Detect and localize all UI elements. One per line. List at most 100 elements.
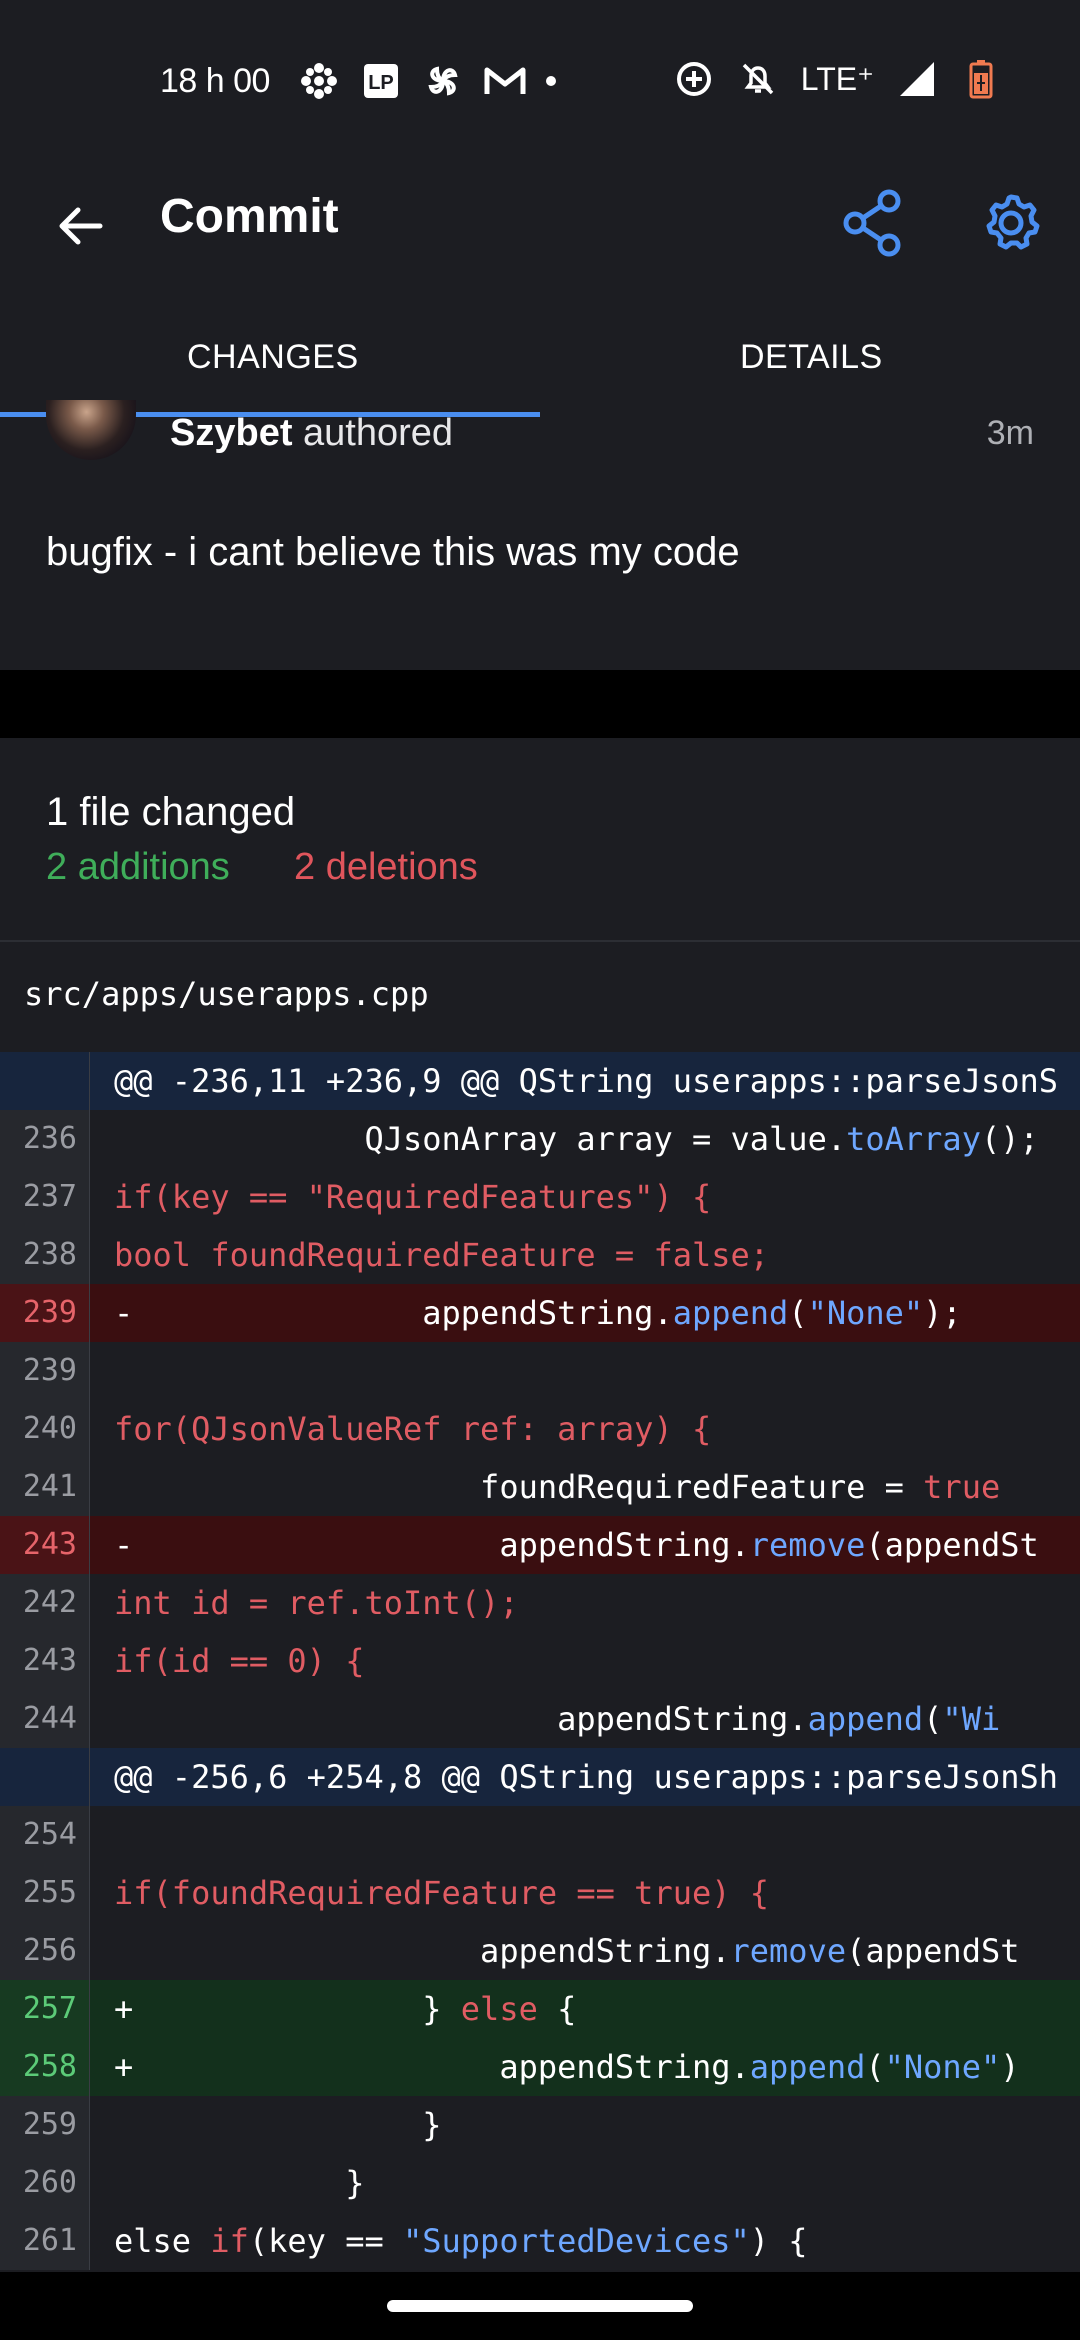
code-token: else [460, 1990, 538, 2028]
diff-line: 239 - appendString.append("None"); [0, 1284, 1080, 1342]
commit-age: 3m [986, 414, 1034, 452]
code-token: foundRequiredFeature = [114, 1468, 924, 1506]
deletions-count: 2 deletions [294, 846, 478, 888]
line-number: 259 [0, 2096, 90, 2154]
code-text: appendString.remove(appendSt [114, 1922, 1019, 1980]
line-number: 243 [0, 1516, 90, 1574]
code-token: @@ -236,11 +236,9 @@ QString userapps::p… [114, 1062, 1059, 1100]
pinwheel-icon [422, 60, 464, 102]
battery-icon [960, 58, 1002, 100]
line-number: 258 [0, 2038, 90, 2096]
code-token: (appendSt [846, 1932, 1020, 1970]
code-token: "None" [884, 2048, 1001, 2086]
gmail-icon [484, 60, 526, 102]
avatar[interactable] [46, 400, 136, 460]
cbc-icon [298, 60, 340, 102]
diff-line: 259 } [0, 2096, 1080, 2154]
diff-hunk-header: @@ -256,6 +254,8 @@ QString userapps::pa… [0, 1748, 1080, 1806]
code-token: bool foundRequiredFeature = false; [114, 1236, 770, 1274]
code-token: (key == [248, 2222, 403, 2260]
svg-text:LP: LP [368, 72, 394, 94]
system-icons: LTE⁺ [673, 58, 1002, 100]
line-number: 239 [0, 1342, 90, 1400]
code-token: append [807, 1700, 924, 1738]
file-path[interactable]: src/apps/userapps.cpp [24, 975, 429, 1013]
tab-details[interactable]: DETAILS [740, 338, 883, 377]
line-number: 256 [0, 1922, 90, 1980]
line-number: 240 [0, 1400, 90, 1458]
diff-line: 236 QJsonArray array = value.toArray(); [0, 1110, 1080, 1168]
section-separator [0, 670, 1080, 738]
line-number: 254 [0, 1806, 90, 1864]
commit-author-line: Szybet authored [170, 412, 453, 455]
more-notifications-dot [546, 76, 556, 86]
network-type: LTE⁺ [800, 61, 874, 97]
code-token: remove [749, 1526, 866, 1564]
code-text: } [114, 2154, 364, 2212]
diff-line: 237 if(key == "RequiredFeatures") { [0, 1168, 1080, 1226]
line-number: 257 [0, 1980, 90, 2038]
signal-icon [896, 58, 938, 100]
code-token: int id = ref.toInt(); [114, 1584, 519, 1622]
share-button[interactable] [840, 183, 906, 263]
diff-line: 257 + } else { [0, 1980, 1080, 2038]
code-token: ( [788, 1294, 808, 1332]
code-text: appendString.append("Wi [114, 1690, 1000, 1748]
bell-off-icon [737, 58, 779, 100]
line-number: 261 [0, 2212, 90, 2270]
status-time: 18 h 00 [160, 62, 270, 100]
diff-view[interactable]: @@ -236,11 +236,9 @@ QString userapps::p… [0, 1052, 1080, 2270]
line-number: 241 [0, 1458, 90, 1516]
code-token: true [923, 1468, 1001, 1506]
code-token: else [114, 2222, 211, 2260]
commit-header: Szybet authored 3m bugfix - i cant belie… [0, 400, 1080, 670]
commit-message: bugfix - i cant believe this was my code [46, 530, 740, 574]
code-token: - appendString. [114, 1294, 673, 1332]
line-number: 237 [0, 1168, 90, 1226]
code-token: + } [114, 1990, 461, 2028]
diff-line: 243 if(id == 0) { [0, 1632, 1080, 1690]
files-changed: 1 file changed [46, 790, 296, 834]
code-token: if(foundRequiredFeature == true) { [114, 1874, 770, 1912]
diff-line: 254 [0, 1806, 1080, 1864]
code-token: appendString. [114, 1700, 808, 1738]
code-token: toArray [846, 1120, 981, 1158]
tab-changes[interactable]: CHANGES [187, 338, 359, 377]
home-gesture-handle[interactable] [387, 2300, 693, 2312]
back-button[interactable] [48, 193, 114, 259]
code-token: appendString. [114, 1932, 731, 1970]
code-token: QJsonArray array = value. [114, 1120, 847, 1158]
code-text: bool foundRequiredFeature = false; [114, 1226, 769, 1284]
diff-line: 260 } [0, 2154, 1080, 2212]
line-number: 243 [0, 1632, 90, 1690]
data-saver-icon [673, 58, 715, 100]
code-token: (appendSt [865, 1526, 1039, 1564]
code-text: foundRequiredFeature = true [114, 1458, 1000, 1516]
diff-line: 244 appendString.append("Wi [0, 1690, 1080, 1748]
code-text: if(foundRequiredFeature == true) { [114, 1864, 769, 1922]
code-token: if(id == 0) { [114, 1642, 365, 1680]
code-text: if(id == 0) { [114, 1632, 364, 1690]
code-token: "None" [807, 1294, 924, 1332]
code-text: @@ -256,6 +254,8 @@ QString userapps::pa… [114, 1748, 1058, 1806]
diff-line: 256 appendString.remove(appendSt [0, 1922, 1080, 1980]
diff-line: 258 + appendString.append("None") [0, 2038, 1080, 2096]
code-token: "Wi [942, 1700, 1001, 1738]
diff-line: 243 - appendString.remove(appendSt [0, 1516, 1080, 1574]
code-token: for(QJsonValueRef ref: array) { [114, 1410, 712, 1448]
diff-line: 238 bool foundRequiredFeature = false; [0, 1226, 1080, 1284]
code-token: (); [980, 1120, 1039, 1158]
code-text: else if(key == "SupportedDevices") { [114, 2212, 808, 2270]
authored-label: authored [292, 412, 454, 454]
author-name[interactable]: Szybet [170, 412, 292, 454]
settings-button[interactable] [975, 183, 1047, 263]
diff-line: 255 if(foundRequiredFeature == true) { [0, 1864, 1080, 1922]
line-number: 238 [0, 1226, 90, 1284]
code-token: if [210, 2222, 249, 2260]
line-number: 242 [0, 1574, 90, 1632]
code-text: @@ -236,11 +236,9 @@ QString userapps::p… [114, 1052, 1058, 1110]
code-text: if(key == "RequiredFeatures") { [114, 1168, 711, 1226]
diff-line: 242 int id = ref.toInt(); [0, 1574, 1080, 1632]
code-text: - appendString.remove(appendSt [114, 1516, 1039, 1574]
diff-line: 240 for(QJsonValueRef ref: array) { [0, 1400, 1080, 1458]
